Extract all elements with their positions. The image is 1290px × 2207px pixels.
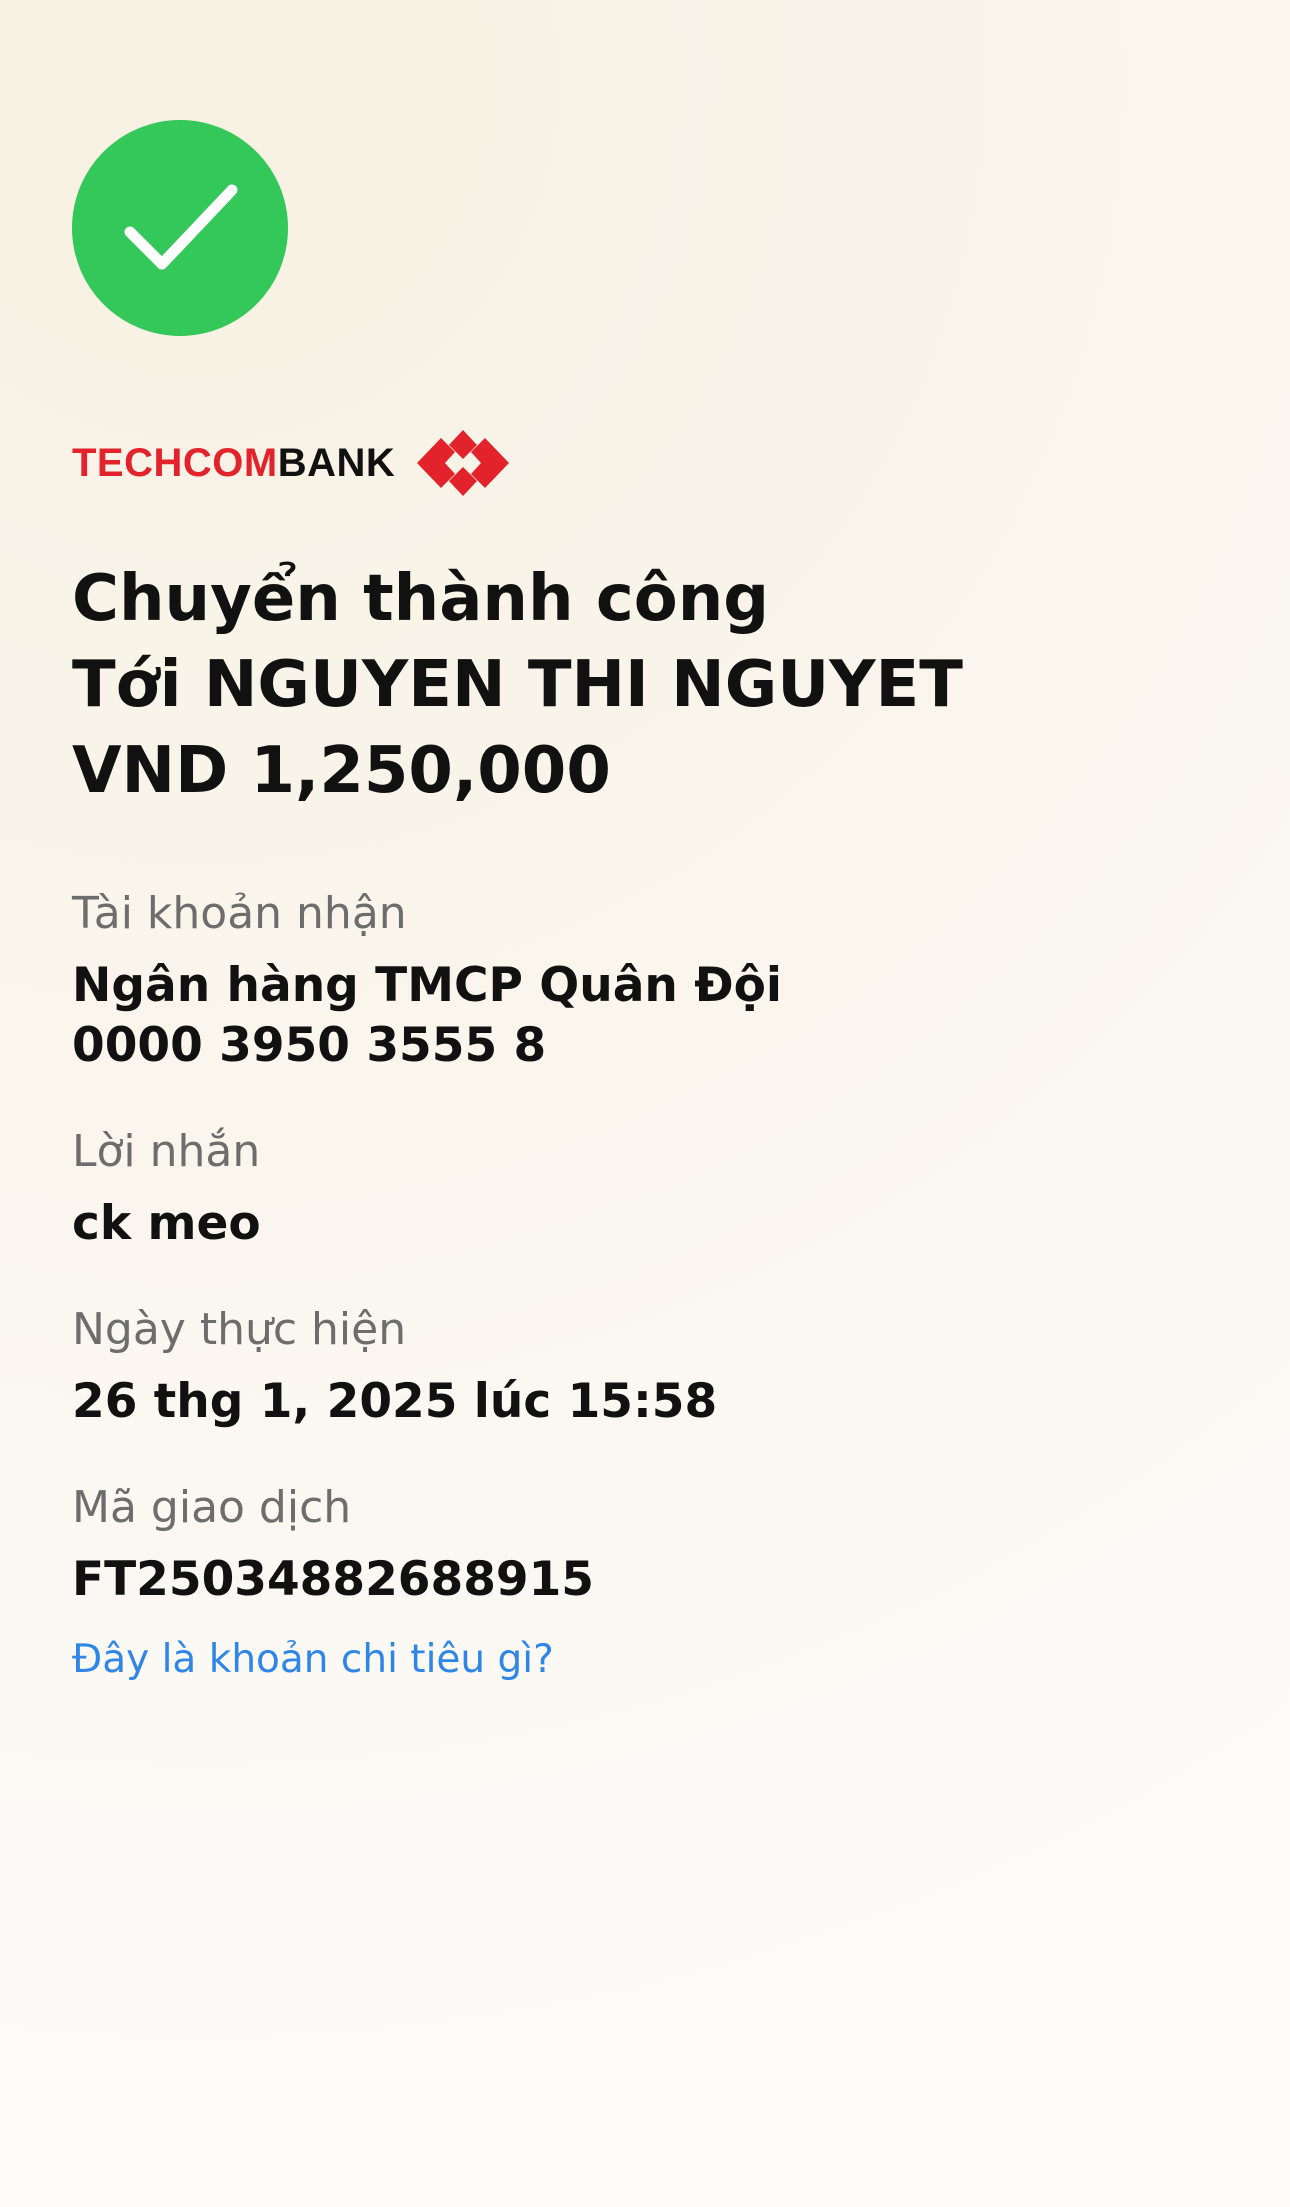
transaction-id-value: FT25034882688915: [72, 1552, 595, 1607]
brand-wordmark: TECHCOMBANK: [72, 443, 395, 483]
date-section: Ngày thực hiện 26 thg 1, 2025 lúc 15:58: [72, 1300, 782, 1432]
transaction-id-label: Mã giao dịch: [72, 1482, 352, 1533]
transfer-receipt: TECHCOMBANK Chuyển thành công Tới NGUYEN…: [0, 0, 1290, 2207]
brand-name-part2: BANK: [277, 441, 396, 485]
message-value: ck meo: [72, 1196, 261, 1251]
spending-category-link[interactable]: Đây là khoản chi tiêu gì?: [72, 1634, 554, 1686]
transfer-status-title: Chuyển thành công: [72, 562, 770, 636]
receiving-account-number: 0000 3950 3555 8: [72, 1018, 547, 1073]
message-label: Lời nhắn: [72, 1126, 261, 1177]
date-value: 26 thg 1, 2025 lúc 15:58: [72, 1374, 718, 1429]
transfer-details: Tài khoản nhận Ngân hàng TMCP Quân Đội 0…: [72, 884, 782, 1656]
transfer-amount: VND 1,250,000: [72, 734, 611, 808]
receiving-account-section: Tài khoản nhận Ngân hàng TMCP Quân Đội 0…: [72, 884, 782, 1076]
date-label: Ngày thực hiện: [72, 1304, 407, 1355]
checkmark-icon: [124, 184, 238, 270]
transaction-id-section: Mã giao dịch FT25034882688915: [72, 1478, 782, 1610]
brand-name-part1: TECHCOM: [72, 441, 278, 485]
success-checkmark-icon: [72, 120, 288, 336]
receiving-bank-name: Ngân hàng TMCP Quân Đội: [72, 958, 783, 1013]
recipient-name: Tới NGUYEN THI NGUYET: [72, 648, 963, 722]
techcombank-logo-icon: [417, 430, 510, 496]
message-section: Lời nhắn ck meo: [72, 1122, 782, 1254]
bank-brand: TECHCOMBANK: [72, 428, 511, 498]
receiving-account-label: Tài khoản nhận: [72, 888, 407, 939]
transfer-headline: Chuyển thành công Tới NGUYEN THI NGUYET …: [72, 556, 963, 814]
